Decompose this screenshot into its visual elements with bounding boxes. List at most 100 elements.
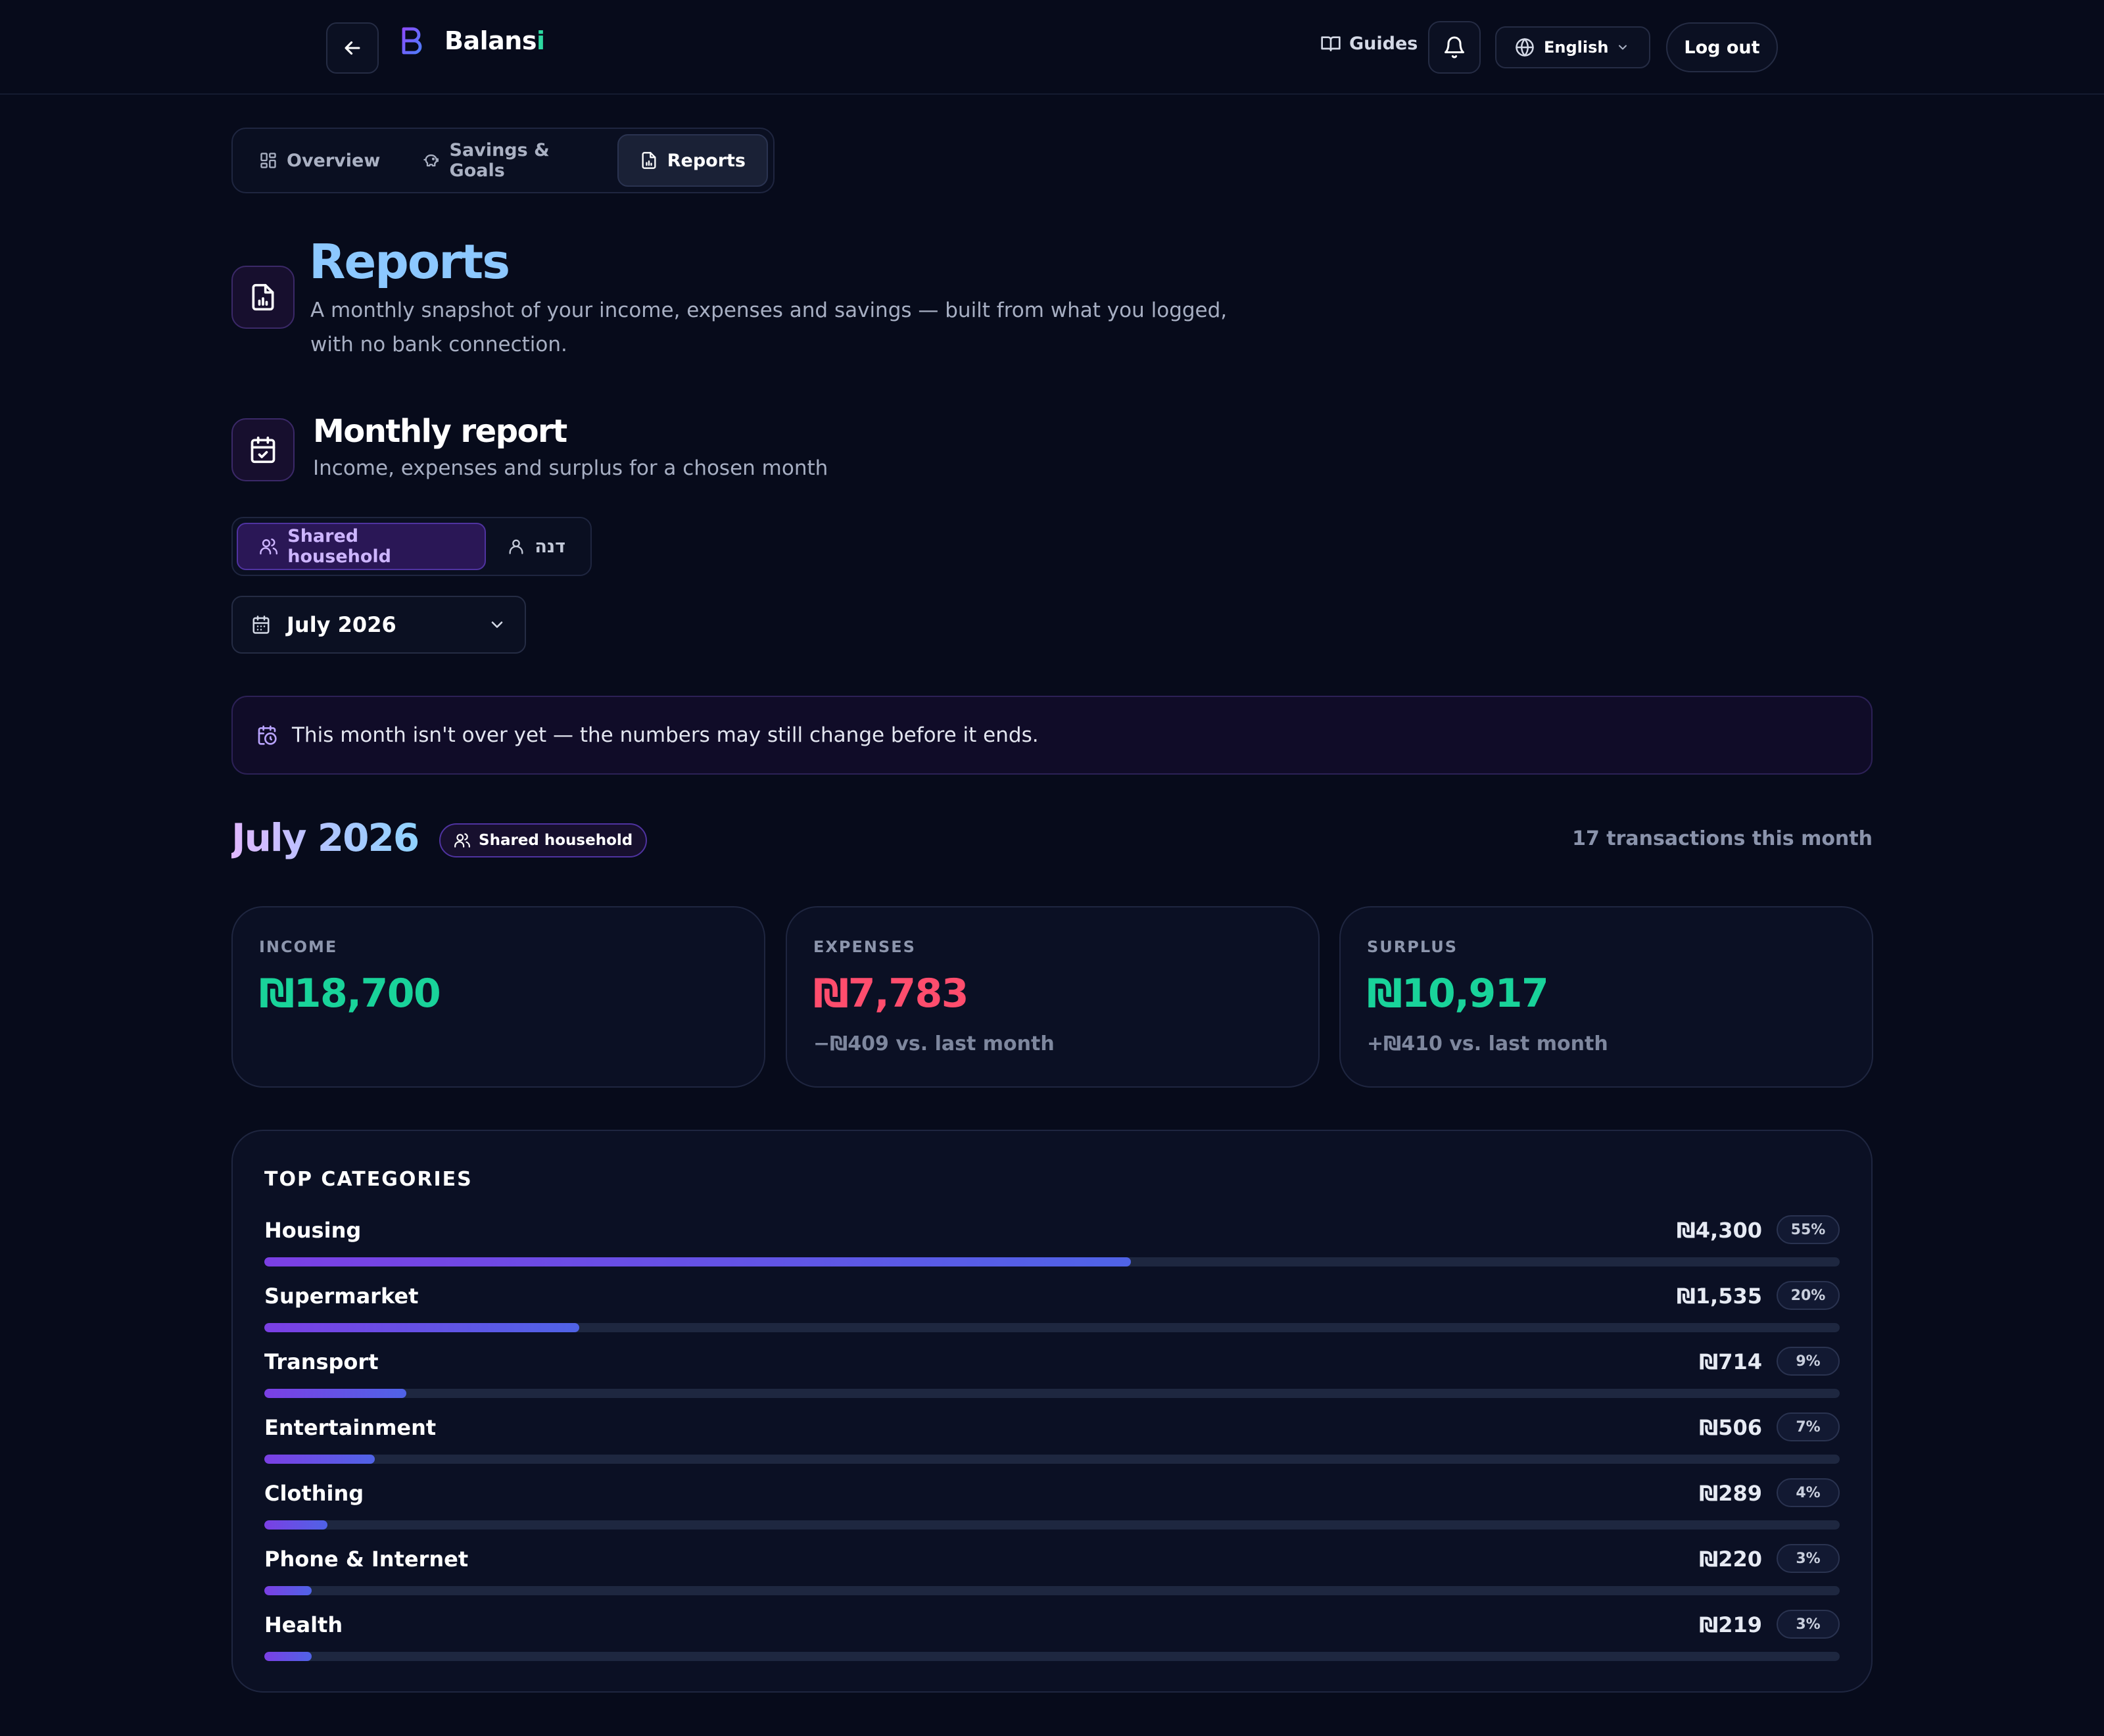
category-row-supermarket: Supermarket ₪1,535 20%	[264, 1281, 1840, 1343]
category-name: Clothing	[264, 1481, 364, 1506]
category-name: Housing	[264, 1218, 362, 1243]
category-bar-fill	[264, 1455, 375, 1464]
bell-icon	[1445, 36, 1464, 59]
monthly-report-title: Monthly report	[313, 413, 567, 450]
notifications-button[interactable]	[1428, 21, 1481, 74]
category-amount: ₪4,300	[1676, 1218, 1762, 1243]
piggy-bank-icon	[423, 154, 439, 167]
notice-text: This month isn't over yet — the numbers …	[292, 723, 1039, 747]
category-percent-badge: 4%	[1777, 1478, 1840, 1507]
category-bar-fill	[264, 1323, 580, 1332]
period-badge-label: Shared household	[479, 832, 633, 849]
category-amount: ₪219	[1699, 1612, 1762, 1637]
category-name: Transport	[264, 1349, 379, 1374]
category-bar-track	[264, 1257, 1840, 1266]
category-bar-fill	[264, 1257, 1131, 1266]
period-scope-badge: Shared household	[439, 823, 648, 857]
brand[interactable]: Balansi	[398, 26, 545, 55]
category-bar-fill	[264, 1520, 327, 1530]
tab-label: Reports	[667, 150, 746, 171]
category-percent-badge: 9%	[1777, 1347, 1840, 1376]
tab-reports[interactable]: Reports	[617, 134, 768, 187]
top-bar: Balansi Guides English Log out	[0, 0, 2104, 95]
scope-toggle: Shared household דנה	[231, 517, 592, 576]
language-select[interactable]: English	[1495, 26, 1650, 68]
back-button[interactable]	[326, 22, 379, 74]
logout-label: Log out	[1684, 37, 1760, 58]
category-amount: ₪220	[1699, 1547, 1762, 1572]
tab-savings-goals[interactable]: Savings & Goals	[401, 134, 617, 187]
brand-logo-icon	[402, 27, 422, 55]
report-icon	[642, 152, 656, 169]
brand-name: Balansi	[444, 26, 545, 55]
category-row-health: Health ₪219 3%	[264, 1610, 1840, 1672]
logout-button[interactable]: Log out	[1666, 22, 1778, 72]
globe-icon	[1516, 38, 1534, 57]
stat-card-surplus: SURPLUS ₪10,917 +₪410 vs. last month	[1339, 906, 1873, 1088]
top-categories-heading: TOP CATEGORIES	[264, 1168, 473, 1191]
stat-delta: +₪410 vs. last month	[1367, 1032, 1608, 1055]
user-icon	[509, 539, 523, 554]
category-name: Supermarket	[264, 1284, 419, 1309]
category-bar-track	[264, 1455, 1840, 1464]
category-percent-badge: 7%	[1777, 1412, 1840, 1441]
users-icon	[260, 538, 278, 555]
category-percent-badge: 3%	[1777, 1610, 1840, 1639]
category-row-transport: Transport ₪714 9%	[264, 1347, 1840, 1409]
scope-option-label: Shared household	[287, 526, 391, 567]
category-bar-track	[264, 1652, 1840, 1661]
category-bar-track	[264, 1389, 1840, 1398]
chevron-down-icon	[1619, 45, 1627, 50]
month-in-progress-notice: This month isn't over yet — the numbers …	[231, 696, 1873, 775]
stat-value: ₪7,783	[813, 971, 969, 1017]
monthly-report-icon-tile	[231, 418, 295, 481]
scope-option-shared-household[interactable]: Shared household	[237, 523, 487, 570]
category-amount: ₪289	[1699, 1481, 1762, 1506]
category-amount: ₪506	[1699, 1415, 1762, 1440]
month-select-value: July 2026	[287, 612, 396, 637]
category-bar-track	[264, 1323, 1840, 1332]
stat-delta: −₪409 vs. last month	[813, 1032, 1055, 1055]
page-title: Reports	[309, 234, 510, 289]
grid-icon	[260, 153, 276, 168]
category-bar-fill	[264, 1586, 312, 1595]
category-row-housing: Housing ₪4,300 55%	[264, 1215, 1840, 1277]
category-name: Entertainment	[264, 1415, 437, 1440]
category-row-entertainment: Entertainment ₪506 7%	[264, 1412, 1840, 1474]
calendar-clock-icon	[258, 725, 277, 745]
tab-overview[interactable]: Overview	[238, 134, 401, 187]
category-bar-fill	[264, 1652, 312, 1661]
stat-label: EXPENSES	[813, 938, 916, 956]
category-name: Phone & Internet	[264, 1547, 469, 1572]
language-label: English	[1544, 38, 1609, 57]
top-categories-panel: TOP CATEGORIES Housing ₪4,300 55% Superm…	[231, 1130, 1873, 1693]
scope-option-label: דנה	[535, 536, 565, 557]
report-icon	[252, 283, 274, 311]
stat-value: ₪10,917	[1367, 971, 1549, 1017]
month-select[interactable]: July 2026	[231, 596, 526, 654]
stat-card-income: INCOME ₪18,700	[231, 906, 765, 1088]
category-bar-track	[264, 1520, 1840, 1530]
transaction-count: 17 transactions this month	[1572, 827, 1873, 850]
stat-card-expenses: EXPENSES ₪7,783 −₪409 vs. last month	[786, 906, 1320, 1088]
category-bar-fill	[264, 1389, 406, 1398]
main-tabs: Overview Savings & Goals Reports	[231, 128, 775, 193]
guides-link[interactable]: Guides	[1320, 33, 1418, 54]
category-percent-badge: 3%	[1777, 1544, 1840, 1573]
stat-value: ₪18,700	[259, 971, 441, 1017]
category-row-clothing: Clothing ₪289 4%	[264, 1478, 1840, 1540]
calendar-icon	[252, 615, 270, 634]
category-name: Health	[264, 1612, 343, 1637]
category-bar-track	[264, 1586, 1840, 1595]
category-percent-badge: 20%	[1777, 1281, 1840, 1310]
monthly-report-subtitle: Income, expenses and surplus for a chose…	[313, 456, 828, 480]
reports-header-icon-tile	[231, 266, 295, 329]
scope-option-personal[interactable]: דנה	[486, 523, 586, 570]
page-description: A monthly snapshot of your income, expen…	[310, 299, 1228, 356]
category-amount: ₪1,535	[1676, 1284, 1762, 1309]
tab-label: Overview	[287, 150, 381, 171]
arrow-left-icon	[345, 41, 360, 55]
category-amount: ₪714	[1699, 1349, 1762, 1374]
book-open-icon	[1321, 36, 1341, 51]
calendar-check-icon	[251, 436, 275, 464]
